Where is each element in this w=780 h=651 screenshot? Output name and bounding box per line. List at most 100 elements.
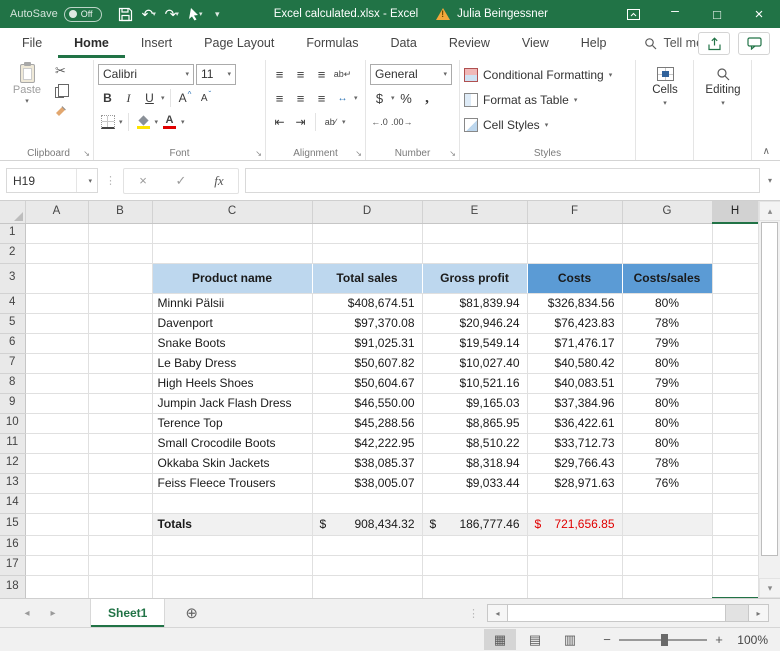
- redo-button[interactable]: ↷ ▾: [162, 2, 182, 26]
- align-bottom-button[interactable]: ≡: [312, 64, 331, 84]
- cell[interactable]: [527, 535, 623, 556]
- column-header-g[interactable]: G: [622, 201, 713, 224]
- redo-dropdown-icon[interactable]: ▾: [175, 10, 179, 18]
- row-header[interactable]: 8: [0, 373, 26, 394]
- cell[interactable]: [88, 393, 153, 414]
- cell[interactable]: [88, 223, 153, 244]
- column-header-f[interactable]: F: [527, 201, 623, 224]
- tab-formulas[interactable]: Formulas: [290, 28, 374, 58]
- column-header-d[interactable]: D: [312, 201, 423, 224]
- cell[interactable]: [25, 555, 89, 576]
- cell-ratio[interactable]: 80%: [622, 413, 713, 434]
- cell[interactable]: [152, 243, 313, 264]
- horizontal-scrollbar[interactable]: ◂ ▸: [487, 604, 769, 622]
- sheet-tab-sheet1[interactable]: Sheet1: [90, 599, 166, 627]
- cell-product[interactable]: Le Baby Dress: [152, 353, 313, 374]
- number-dialog-launcher[interactable]: ↘: [449, 149, 456, 158]
- cell-costs[interactable]: $36,422.61: [527, 413, 623, 434]
- increase-font-size-button[interactable]: A ^: [176, 88, 195, 108]
- cell[interactable]: [422, 493, 528, 514]
- cell[interactable]: [312, 223, 423, 244]
- clipboard-dialog-launcher[interactable]: ↘: [83, 149, 90, 158]
- tab-help[interactable]: Help: [565, 28, 623, 58]
- cell-costs[interactable]: $37,384.96: [527, 393, 623, 414]
- bold-button[interactable]: B: [98, 88, 117, 108]
- cell[interactable]: [88, 243, 153, 264]
- cell[interactable]: [152, 535, 313, 556]
- sheet-nav-left-icon[interactable]: ◂: [14, 608, 40, 619]
- cell-product[interactable]: Davenport: [152, 313, 313, 334]
- cell[interactable]: [25, 243, 89, 264]
- customize-qat-button[interactable]: ▾: [208, 2, 228, 26]
- cell[interactable]: [312, 575, 423, 598]
- cell[interactable]: [25, 223, 89, 244]
- zoom-slider-thumb[interactable]: [661, 633, 668, 646]
- undo-dropdown-icon[interactable]: ▾: [152, 10, 156, 18]
- cell-sales[interactable]: $46,550.00: [312, 393, 423, 414]
- cell[interactable]: [25, 433, 89, 454]
- underline-dropdown-icon[interactable]: ▾: [161, 94, 165, 102]
- formula-bar-expand-button[interactable]: ▾: [768, 176, 772, 185]
- cell[interactable]: [152, 555, 313, 576]
- formula-input[interactable]: [245, 168, 760, 193]
- tell-me-search[interactable]: Tell me: [644, 36, 703, 50]
- cell[interactable]: [712, 413, 758, 434]
- cell[interactable]: [25, 413, 89, 434]
- font-color-dropdown-icon[interactable]: ▾: [181, 118, 185, 126]
- copy-button[interactable]: ▾: [51, 82, 70, 100]
- font-size-select[interactable]: 11 ▾: [196, 63, 236, 85]
- cell[interactable]: [622, 493, 713, 514]
- cell[interactable]: [88, 313, 153, 334]
- cell-costs[interactable]: $40,083.51: [527, 373, 623, 394]
- align-left-button[interactable]: ≡: [270, 88, 289, 108]
- cell[interactable]: [25, 473, 89, 494]
- table-header-costs[interactable]: Costs: [527, 263, 623, 294]
- accounting-dropdown-icon[interactable]: ▾: [391, 94, 395, 102]
- minimize-button[interactable]: –: [654, 0, 696, 24]
- cell-ratio[interactable]: 78%: [622, 453, 713, 474]
- merge-center-button[interactable]: ↔: [333, 88, 352, 108]
- row-header[interactable]: 9: [0, 393, 26, 414]
- cell-ratio[interactable]: 80%: [622, 293, 713, 314]
- zoom-level[interactable]: 100%: [726, 633, 768, 647]
- close-button[interactable]: ×: [738, 0, 780, 28]
- accounting-format-button[interactable]: $: [370, 88, 389, 108]
- cell-totals-costs[interactable]: $721,656.85: [527, 513, 623, 536]
- cell[interactable]: [712, 263, 758, 294]
- cell[interactable]: [88, 473, 153, 494]
- font-name-select[interactable]: Calibri ▾: [98, 63, 194, 85]
- select-all-corner[interactable]: [0, 201, 26, 224]
- cell[interactable]: [712, 293, 758, 314]
- cell[interactable]: [622, 223, 713, 244]
- conditional-formatting-button[interactable]: Conditional Formatting ▾: [464, 62, 631, 87]
- column-header-h[interactable]: H: [712, 201, 758, 224]
- cell[interactable]: [25, 453, 89, 474]
- cell-profit[interactable]: $10,027.40: [422, 353, 528, 374]
- decrease-decimal-button[interactable]: .00→: [391, 112, 413, 132]
- cell[interactable]: [712, 453, 758, 474]
- align-right-button[interactable]: ≡: [312, 88, 331, 108]
- cell-sales[interactable]: $42,222.95: [312, 433, 423, 454]
- cell[interactable]: [527, 555, 623, 576]
- orientation-dropdown-icon[interactable]: ▾: [342, 118, 346, 126]
- horizontal-scroll-track[interactable]: [508, 604, 748, 622]
- cell-styles-button[interactable]: Cell Styles ▾: [464, 112, 631, 137]
- cells-button[interactable]: Cells ▾: [640, 62, 690, 107]
- cell[interactable]: [88, 353, 153, 374]
- cell[interactable]: [25, 333, 89, 354]
- column-header-e[interactable]: E: [422, 201, 528, 224]
- cell-profit[interactable]: $8,318.94: [422, 453, 528, 474]
- cell[interactable]: [312, 243, 423, 264]
- enter-button[interactable]: ✓: [162, 173, 200, 189]
- cell[interactable]: [712, 353, 758, 374]
- column-header-b[interactable]: B: [88, 201, 153, 224]
- cell[interactable]: [88, 333, 153, 354]
- tab-data[interactable]: Data: [374, 28, 432, 58]
- autosave-control[interactable]: AutoSave Off: [10, 6, 102, 22]
- cell[interactable]: [88, 413, 153, 434]
- touch-mode-dropdown-icon[interactable]: ▾: [199, 10, 203, 18]
- cell-totals-label[interactable]: Totals: [152, 513, 313, 536]
- increase-indent-button[interactable]: ⇥: [291, 112, 310, 132]
- cell-sales[interactable]: $45,288.56: [312, 413, 423, 434]
- paste-dropdown-icon[interactable]: ▾: [25, 97, 29, 105]
